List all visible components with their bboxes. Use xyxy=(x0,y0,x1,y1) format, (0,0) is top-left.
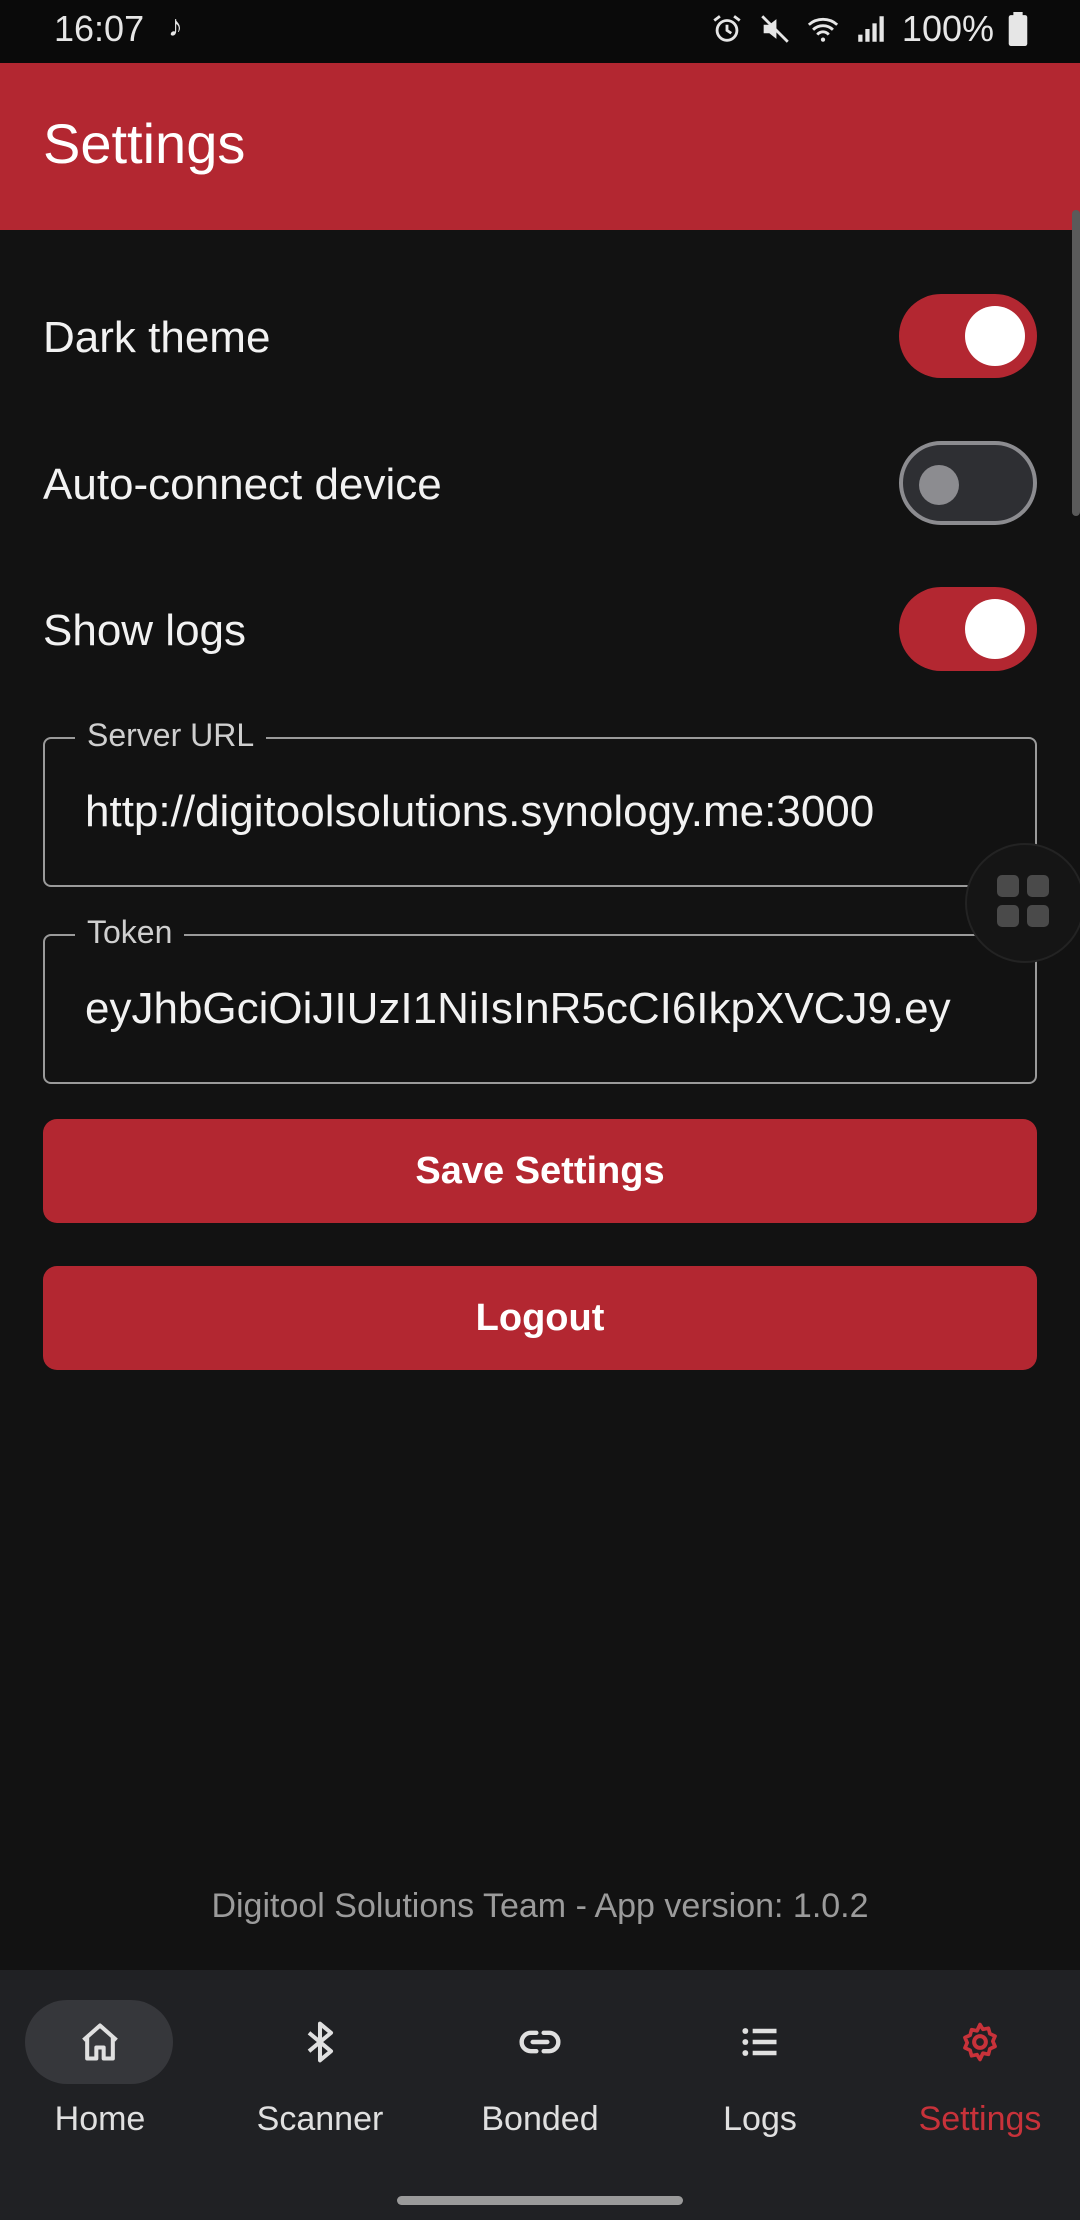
battery-icon xyxy=(1008,12,1028,46)
toggle-knob xyxy=(919,465,959,505)
mute-icon xyxy=(761,15,789,43)
token-field[interactable]: Token xyxy=(43,914,1037,1084)
link-icon xyxy=(519,2030,561,2054)
tiktok-icon: ♪ xyxy=(168,10,183,43)
grid-icon xyxy=(997,875,1019,897)
home-gesture-bar[interactable] xyxy=(397,2196,683,2205)
nav-settings[interactable]: Settings xyxy=(880,2000,1080,2150)
grid-icon-cell xyxy=(997,905,1019,927)
toggle-knob xyxy=(965,306,1025,366)
alarm-icon xyxy=(713,15,741,42)
status-time: 16:07 xyxy=(54,8,145,49)
server-url-field[interactable]: Server URL xyxy=(43,717,1037,887)
server-url-label: Server URL xyxy=(75,717,267,754)
bottom-navigation: Home Scanner Bonded Logs Settings xyxy=(0,1970,1080,2220)
nav-label: Scanner xyxy=(256,2100,384,2138)
server-url-input[interactable] xyxy=(85,787,995,837)
status-bar: 16:07 ♪ 100% xyxy=(0,0,1080,63)
show-logs-row: Show logs xyxy=(43,584,1037,674)
grid-icon-cell xyxy=(1027,905,1049,927)
nav-label: Home xyxy=(54,2100,146,2138)
floating-widget-button[interactable] xyxy=(965,843,1080,963)
wifi-icon xyxy=(807,17,839,42)
logout-button[interactable]: Logout xyxy=(43,1266,1037,1370)
nav-label: Logs xyxy=(723,2100,797,2138)
toggle-knob xyxy=(965,599,1025,659)
home-icon xyxy=(82,2023,118,2061)
gear-icon xyxy=(963,2022,997,2062)
app-bar: Settings xyxy=(0,63,1080,230)
dark-theme-label: Dark theme xyxy=(43,313,271,362)
nav-scanner[interactable]: Scanner xyxy=(220,2000,420,2150)
signal-icon xyxy=(858,16,884,42)
nav-logs[interactable]: Logs xyxy=(660,2000,860,2150)
auto-connect-row: Auto-connect device xyxy=(43,438,1037,528)
nav-label: Settings xyxy=(918,2100,1042,2138)
auto-connect-label: Auto-connect device xyxy=(43,460,442,509)
show-logs-toggle[interactable] xyxy=(899,587,1037,671)
grid-icon-cell xyxy=(1027,875,1049,897)
bluetooth-icon xyxy=(307,2021,334,2063)
token-input[interactable] xyxy=(85,984,995,1034)
list-icon xyxy=(742,2028,777,2056)
token-label: Token xyxy=(75,914,185,951)
nav-label: Bonded xyxy=(481,2100,599,2138)
status-icons: 100% xyxy=(710,8,1028,50)
nav-bonded[interactable]: Bonded xyxy=(440,2000,640,2150)
battery-percent: 100% xyxy=(901,8,994,49)
nav-home[interactable]: Home xyxy=(0,2000,200,2150)
scrollbar[interactable] xyxy=(1072,210,1080,516)
page-title: Settings xyxy=(43,112,246,175)
app-version-footer: Digitool Solutions Team - App version: 1… xyxy=(211,1887,869,1925)
save-settings-button[interactable]: Save Settings xyxy=(43,1119,1037,1223)
dark-theme-row: Dark theme xyxy=(43,291,1037,381)
dark-theme-toggle[interactable] xyxy=(899,294,1037,378)
show-logs-label: Show logs xyxy=(43,606,247,655)
auto-connect-toggle[interactable] xyxy=(899,441,1037,525)
